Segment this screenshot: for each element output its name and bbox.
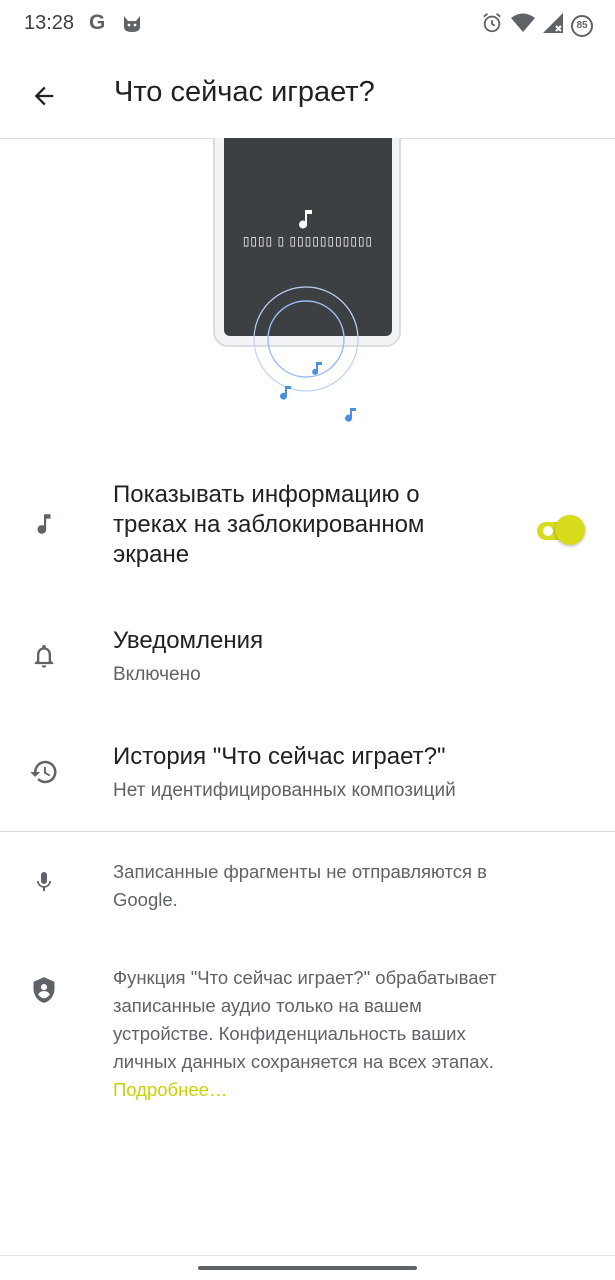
shield-person-icon (26, 972, 62, 1008)
notifications-setting[interactable]: Уведомления Включено (0, 610, 615, 710)
back-button[interactable] (22, 74, 66, 118)
privacy-info-line4: личных данных сохраняется на всех этапах… (113, 1051, 494, 1072)
history-setting[interactable]: История "Что сейчас играет?" Нет идентиф… (0, 726, 615, 826)
mic-info-line1: Записанные фрагменты не отправляются в (113, 861, 487, 882)
mic-info: Записанные фрагменты не отправляются в G… (0, 858, 615, 918)
signal-icon (543, 13, 563, 38)
alarm-icon (481, 12, 503, 39)
mic-info-line2: Google. (113, 889, 178, 910)
nav-divider (0, 1255, 615, 1256)
status-time: 13:28 (24, 12, 75, 34)
music-note-icon (26, 506, 62, 542)
notifications-title: Уведомления (113, 627, 264, 654)
google-icon: G (89, 11, 106, 34)
notifications-subtitle: Включено (113, 664, 201, 685)
battery-icon: 85 (571, 14, 593, 37)
toggle-hole (543, 526, 553, 536)
microphone-icon (26, 864, 62, 900)
lockscreen-label-line3: экране (113, 541, 190, 568)
app-bar: Что сейчас играет? (0, 52, 615, 139)
privacy-info-text: Функция "Что сейчас играет?" обрабатывае… (113, 964, 573, 1104)
arrow-back-icon (34, 86, 54, 106)
lockscreen-label-line2: треках на заблокированном (113, 511, 425, 538)
history-title: История "Что сейчас играет?" (113, 743, 446, 770)
cat-icon (121, 14, 143, 39)
lockscreen-label-line1: Показывать информацию о (113, 481, 420, 508)
lockscreen-label: Показывать информацию о треках на заблок… (113, 480, 424, 570)
history-subtitle: Нет идентифицированных композиций (113, 780, 456, 801)
now-playing-illustration: ▯▯▯▯ ▯ ▯▯▯▯▯▯▯▯▯▯▯ (0, 117, 615, 448)
privacy-info: Функция "Что сейчас играет?" обрабатывае… (0, 964, 615, 1114)
learn-more-link[interactable]: Подробнее… (113, 1076, 573, 1104)
lockscreen-setting[interactable]: Показывать информацию о треках на заблок… (0, 470, 615, 590)
phone-track-text: ▯▯▯▯ ▯ ▯▯▯▯▯▯▯▯▯▯▯ (242, 234, 374, 248)
history-icon (26, 754, 62, 790)
privacy-info-line2: записанные аудио только на вашем (113, 995, 422, 1016)
gesture-nav-handle[interactable] (198, 1266, 417, 1270)
section-divider (0, 831, 615, 832)
floating-music-note-icon (280, 362, 356, 422)
bell-icon (26, 638, 62, 674)
toggle-thumb (555, 515, 585, 545)
mic-info-text: Записанные фрагменты не отправляются в G… (113, 858, 573, 914)
privacy-info-line3: устройстве. Конфиденциальность ваших (113, 1023, 466, 1044)
privacy-info-line1: Функция "Что сейчас играет?" обрабатывае… (113, 967, 497, 988)
lockscreen-toggle[interactable] (533, 510, 585, 550)
page-title: Что сейчас играет? (114, 76, 375, 108)
wifi-icon (511, 13, 535, 38)
status-bar: 13:28 G 85 (0, 0, 615, 52)
